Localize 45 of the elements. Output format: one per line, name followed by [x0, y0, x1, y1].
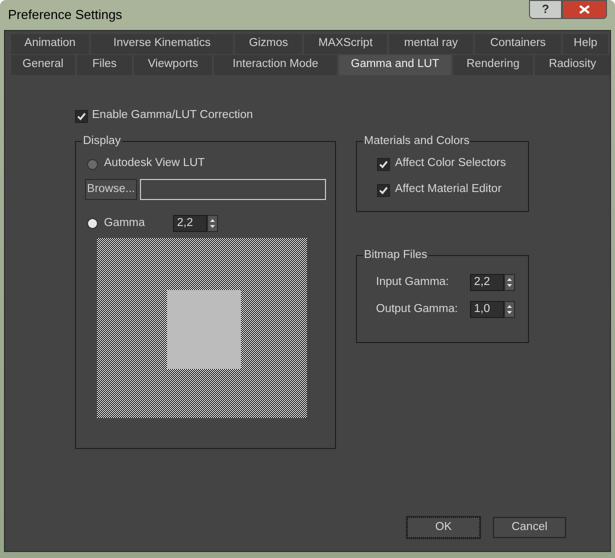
checkmark-icon — [379, 160, 388, 168]
tab[interactable]: Radiosity — [535, 55, 610, 75]
close-button[interactable] — [562, 0, 607, 19]
tab[interactable]: Inverse Kinematics — [91, 34, 233, 54]
checkbox-label: Enable Gamma/LUT Correction — [92, 108, 253, 124]
tab[interactable]: Gizmos — [235, 34, 302, 54]
tab[interactable]: Containers — [475, 34, 561, 54]
checkbox[interactable] — [377, 158, 390, 170]
tab[interactable]: Interaction Mode — [214, 55, 337, 75]
number-field[interactable]: 2,2 — [173, 215, 207, 232]
radio-button[interactable] — [87, 158, 98, 170]
browse-button[interactable]: Browse... — [85, 179, 137, 200]
field-label: Input Gamma: — [376, 274, 450, 290]
group-title: Bitmap Files — [363, 248, 428, 262]
checkbox-label: Affect Color Selectors — [395, 156, 506, 172]
close-icon — [579, 5, 590, 14]
radio-label: Gamma — [104, 216, 146, 231]
checkmark-icon — [77, 112, 86, 120]
checkbox[interactable] — [75, 110, 88, 122]
window-title: Preference Settings — [8, 6, 122, 24]
tab[interactable]: Rendering — [453, 55, 533, 75]
spinner-arrows-icon[interactable] — [504, 274, 515, 291]
checkbox[interactable] — [377, 184, 390, 196]
number-field[interactable]: 1,0 — [470, 301, 504, 318]
checkmark-icon — [379, 186, 388, 194]
lut-path-field[interactable] — [140, 179, 326, 200]
dialog-button[interactable]: Cancel — [493, 517, 566, 538]
tab[interactable]: Gamma and LUT — [339, 55, 451, 75]
radio-button[interactable] — [87, 218, 98, 229]
field-label: Output Gamma: — [376, 302, 459, 317]
tab[interactable]: Viewports — [134, 55, 212, 75]
tab[interactable]: Animation — [11, 34, 89, 54]
spinner-arrows-icon[interactable] — [504, 301, 515, 318]
number-field[interactable]: 2,2 — [470, 274, 504, 291]
tab[interactable]: mental ray — [389, 34, 473, 54]
tab[interactable]: Help — [563, 34, 608, 54]
tab[interactable]: General — [11, 55, 75, 75]
tab[interactable]: MAXScript — [304, 34, 387, 54]
checkbox-label: Affect Material Editor — [395, 182, 502, 198]
spinner-arrows-icon[interactable] — [207, 215, 218, 232]
tab[interactable]: Files — [77, 55, 132, 75]
help-button[interactable]: ? — [529, 0, 562, 19]
radio-label: Autodesk View LUT — [104, 156, 205, 172]
dialog-button[interactable]: OK — [407, 517, 480, 538]
group-title: Display — [82, 134, 122, 148]
